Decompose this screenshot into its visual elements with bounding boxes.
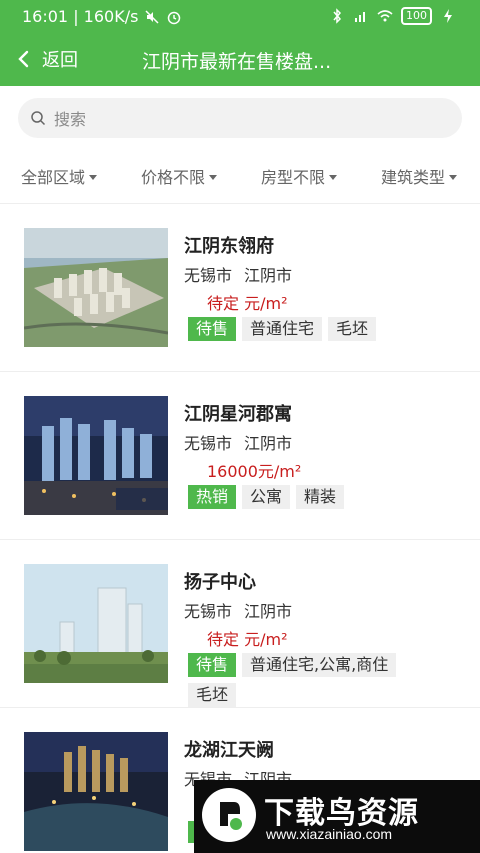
listing-location: 无锡市 江阴市 (184, 430, 292, 454)
tag: 公寓 (242, 485, 291, 509)
bluetooth-icon (333, 8, 342, 24)
tag: 毛坯 (328, 317, 377, 341)
nav-bar: 返回 江阴市最新在售楼盘... (0, 34, 480, 86)
listing-item[interactable]: 江阴东翎府 无锡市 江阴市 待定 元/m² 待售 普通住宅 毛坯 (0, 204, 480, 372)
listing-image (24, 564, 168, 683)
listing-price: 待定 元/m² (207, 630, 288, 649)
filter-room-type[interactable]: 房型不限 (261, 164, 338, 188)
status-badge: 热销 (188, 485, 237, 509)
listing-price: 待定 元/m² (207, 294, 288, 313)
dropdown-arrow-icon (329, 174, 338, 180)
watermark-url: www.xiazainiao.com (266, 826, 393, 842)
listing-tags: 待售 普通住宅,公寓,商住 毛坯 (188, 653, 448, 707)
search-placeholder: 搜索 (54, 110, 87, 129)
listing-image (24, 732, 168, 851)
mute-icon (145, 9, 159, 24)
search-input[interactable]: 搜索 (18, 98, 462, 138)
listing-tags: 待售 普通住宅 毛坯 (188, 317, 448, 341)
listing-location: 无锡市 江阴市 (184, 262, 292, 286)
listing-item[interactable]: 江阴星河郡寓 无锡市 江阴市 16000元/m² 热销 公寓 精装 (0, 372, 480, 540)
charging-icon (444, 9, 452, 23)
tag: 普通住宅,公寓,商住 (242, 653, 397, 677)
filter-label: 全部区域 (21, 168, 86, 187)
filter-price[interactable]: 价格不限 (141, 164, 218, 188)
listing-district: 江阴市 (244, 434, 293, 453)
listing-image (24, 228, 168, 347)
status-badge: 待售 (188, 653, 237, 677)
filter-label: 建筑类型 (381, 168, 446, 187)
back-label: 返回 (42, 50, 78, 71)
filter-area[interactable]: 全部区域 (21, 164, 98, 188)
listing-image (24, 396, 168, 515)
listing-list: 江阴东翎府 无锡市 江阴市 待定 元/m² 待售 普通住宅 毛坯 江阴星河郡寓 … (0, 204, 480, 853)
page-title: 江阴市最新在售楼盘... (142, 51, 332, 73)
tag: 毛坯 (188, 683, 237, 707)
listing-name: 扬子中心 (184, 572, 256, 593)
listing-name: 江阴星河郡寓 (184, 404, 292, 425)
filter-label: 价格不限 (141, 168, 206, 187)
listing-name: 龙湖江天阙 (184, 740, 274, 761)
watermark-logo-icon (202, 788, 256, 842)
chevron-left-icon (18, 50, 29, 68)
listing-item[interactable]: 扬子中心 无锡市 江阴市 待定 元/m² 待售 普通住宅,公寓,商住 毛坯 (0, 540, 480, 708)
listing-price: 16000元/m² (207, 462, 302, 481)
listing-tags: 热销 公寓 精装 (188, 485, 448, 509)
listing-city: 无锡市 (184, 602, 233, 621)
watermark-banner: 下载鸟资源 www.xiazainiao.com (194, 780, 480, 853)
filter-bar: 全部区域 价格不限 房型不限 建筑类型 (0, 152, 480, 196)
battery-indicator: 100 (401, 7, 432, 25)
wifi-icon (377, 10, 393, 22)
tag: 普通住宅 (242, 317, 323, 341)
dropdown-arrow-icon (449, 174, 458, 180)
listing-name: 江阴东翎府 (184, 236, 274, 257)
alarm-icon (168, 11, 181, 24)
listing-district: 江阴市 (244, 266, 293, 285)
status-bar: 16:01 | 160K/s 100 (0, 0, 480, 34)
listing-city: 无锡市 (184, 434, 233, 453)
listing-city: 无锡市 (184, 266, 233, 285)
tag: 精装 (296, 485, 345, 509)
status-badge: 待售 (188, 317, 237, 341)
dropdown-arrow-icon (209, 174, 218, 180)
search-icon (31, 111, 46, 126)
back-button[interactable]: 返回 (14, 46, 78, 72)
filter-label: 房型不限 (261, 168, 326, 187)
filter-building-type[interactable]: 建筑类型 (381, 164, 458, 188)
listing-location: 无锡市 江阴市 (184, 598, 292, 622)
signal-icon (355, 12, 365, 22)
dropdown-arrow-icon (89, 174, 98, 180)
listing-district: 江阴市 (244, 602, 293, 621)
status-time: 16:01 | 160K/s (22, 7, 139, 26)
